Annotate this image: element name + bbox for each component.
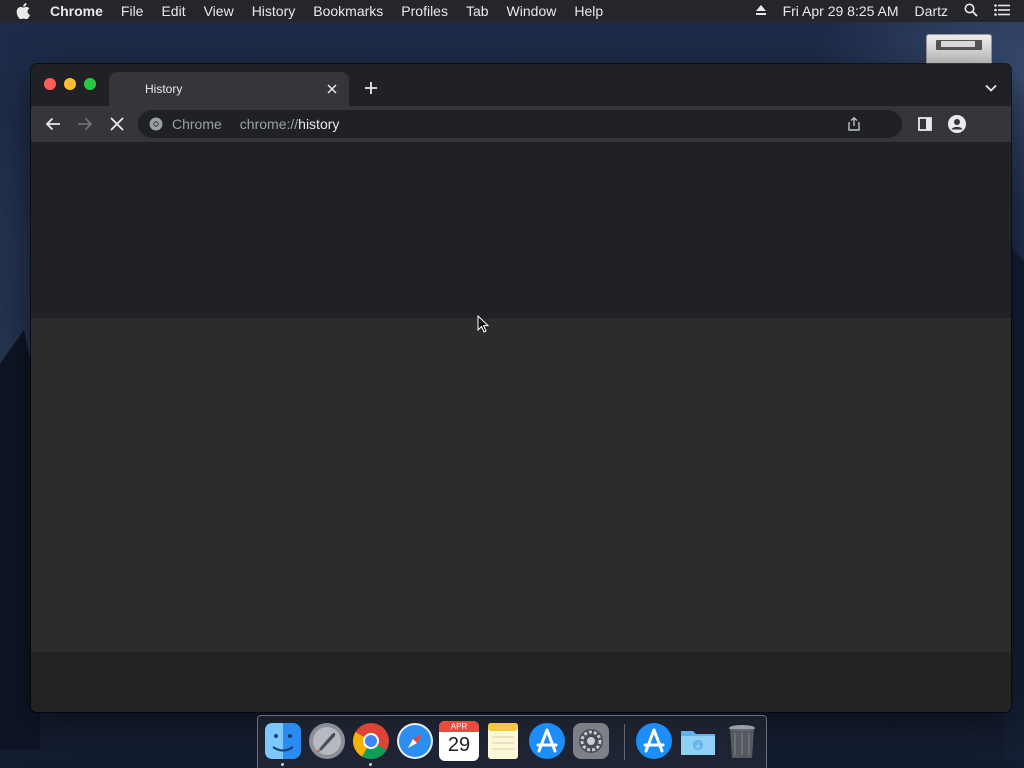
eject-icon[interactable]: [755, 3, 767, 19]
apple-menu-icon[interactable]: [16, 0, 32, 22]
downloads-folder-icon[interactable]: [678, 721, 718, 761]
stop-loading-icon[interactable]: [107, 114, 127, 134]
app-store-icon[interactable]: [527, 721, 567, 761]
chrome-window: History Chrome chrome://history: [31, 64, 1011, 712]
profile-avatar-icon[interactable]: [947, 114, 967, 134]
menubar-user[interactable]: Dartz: [915, 3, 948, 19]
safari-icon[interactable]: [395, 721, 435, 761]
menu-file[interactable]: File: [121, 0, 144, 22]
window-close-button[interactable]: [44, 78, 56, 90]
share-icon[interactable]: [846, 116, 862, 132]
app-store-downloads-icon[interactable]: [634, 721, 674, 761]
calendar-day: 29: [447, 734, 471, 756]
finder-running-indicator: [281, 763, 284, 766]
dock-separator: [624, 724, 625, 760]
back-arrow-icon[interactable]: [43, 114, 63, 134]
dock: APR 29: [257, 715, 767, 768]
url-host: history: [298, 116, 340, 132]
chrome-running-indicator: [369, 763, 372, 766]
menu-profiles[interactable]: Profiles: [401, 0, 448, 22]
menu-tab[interactable]: Tab: [466, 0, 489, 22]
menu-app-chrome[interactable]: Chrome: [50, 0, 103, 22]
trash-icon[interactable]: [722, 721, 762, 761]
forward-arrow-icon[interactable]: [75, 114, 95, 134]
new-tab-icon[interactable]: [361, 78, 381, 98]
side-panel-icon[interactable]: [915, 114, 935, 134]
mouse-pointer-icon: [477, 315, 489, 333]
window-maximize-button[interactable]: [84, 78, 96, 90]
menubar-clock[interactable]: Fri Apr 29 8:25 AM: [783, 3, 899, 19]
notification-center-icon[interactable]: [994, 3, 1010, 19]
menu-help[interactable]: Help: [574, 0, 603, 22]
spotlight-search-icon[interactable]: [964, 3, 978, 20]
calendar-icon[interactable]: APR 29: [439, 721, 479, 761]
window-minimize-button[interactable]: [64, 78, 76, 90]
tab-strip: History: [31, 64, 1011, 106]
menu-bar: Chrome File Edit View History Bookmarks …: [0, 0, 1024, 22]
tab-close-icon[interactable]: [323, 80, 341, 98]
notes-icon[interactable]: [483, 721, 523, 761]
tab-history[interactable]: History: [109, 72, 349, 106]
page-header-area: [31, 142, 1011, 318]
url-scheme: chrome://: [239, 116, 299, 132]
address-bar[interactable]: Chrome chrome://history: [138, 110, 902, 138]
finder-icon[interactable]: [263, 721, 303, 761]
menu-window[interactable]: Window: [507, 0, 557, 22]
menu-history[interactable]: History: [252, 0, 296, 22]
omnibox-chip-label: Chrome: [172, 116, 222, 132]
browser-toolbar: Chrome chrome://history: [31, 106, 1011, 142]
drive-label: [941, 41, 975, 47]
page-content-area: [31, 318, 1011, 652]
external-drive-icon[interactable]: [926, 34, 992, 64]
calendar-month: APR: [439, 721, 479, 732]
chrome-site-icon[interactable]: [148, 116, 164, 132]
tab-search-chevron-icon[interactable]: [983, 80, 999, 96]
tab-title: History: [145, 82, 183, 96]
page-footer-area: [31, 652, 1011, 712]
system-preferences-icon[interactable]: [571, 721, 611, 761]
menu-view[interactable]: View: [204, 0, 234, 22]
chrome-icon[interactable]: [351, 721, 391, 761]
menu-edit[interactable]: Edit: [161, 0, 185, 22]
launchpad-icon[interactable]: [307, 721, 347, 761]
menu-bookmarks[interactable]: Bookmarks: [313, 0, 383, 22]
